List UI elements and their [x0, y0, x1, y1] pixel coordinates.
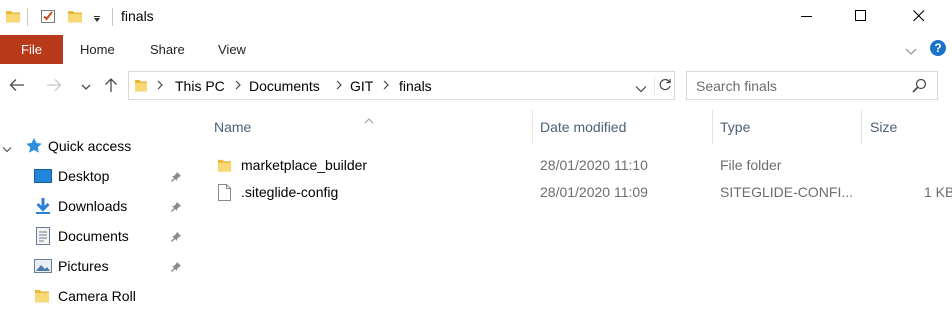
title-separator: [27, 8, 28, 26]
file-type: SITEGLIDE-CONFI...: [720, 184, 854, 200]
folder-icon: [217, 158, 232, 176]
address-dropdown-icon[interactable]: [635, 80, 647, 96]
file-name: marketplace_builder: [241, 157, 368, 173]
help-button[interactable]: ?: [930, 40, 946, 56]
column-divider[interactable]: [712, 110, 713, 144]
title-bar: finals: [0, 0, 952, 34]
close-button[interactable]: [896, 0, 942, 34]
pin-icon[interactable]: [170, 170, 182, 186]
tab-file[interactable]: File: [0, 35, 63, 64]
folder-icon: [34, 288, 50, 307]
documents-icon: [36, 227, 50, 248]
column-divider[interactable]: [532, 110, 533, 144]
pictures-icon: [34, 259, 52, 276]
sidebar-item-pictures[interactable]: Pictures: [0, 252, 190, 280]
column-header-name[interactable]: Name: [214, 119, 251, 135]
breadcrumb-chevron-icon[interactable]: [382, 78, 392, 92]
search-box[interactable]: Search finals: [686, 71, 938, 100]
pin-icon[interactable]: [170, 260, 182, 276]
tab-view[interactable]: View: [218, 35, 246, 64]
chevron-down-icon: [81, 78, 91, 94]
file-list: Name Date modified Type Size marketplace…: [190, 108, 952, 309]
file-name: .siteglide-config: [241, 184, 339, 200]
breadcrumb-this-pc[interactable]: This PC: [175, 78, 225, 94]
navigation-pane: Quick access Desktop Downloads Documents: [0, 108, 190, 309]
recent-locations-button[interactable]: [76, 76, 96, 96]
new-folder-icon[interactable]: [67, 8, 83, 27]
sidebar-item-label: Quick access: [48, 138, 132, 154]
tab-share[interactable]: Share: [150, 35, 185, 64]
title-separator: [112, 8, 113, 26]
column-header-type[interactable]: Type: [720, 119, 750, 135]
properties-icon[interactable]: [40, 8, 56, 27]
breadcrumb-finals[interactable]: finals: [399, 78, 432, 94]
ribbon: File Home Share View ?: [0, 34, 952, 64]
pin-icon[interactable]: [170, 200, 182, 216]
breadcrumb-chevron-icon[interactable]: [234, 78, 244, 92]
breadcrumb-chevron-icon[interactable]: [335, 78, 345, 92]
table-row[interactable]: marketplace_builder 28/01/2020 11:10 Fil…: [190, 153, 952, 179]
sidebar-item-label: Desktop: [58, 168, 110, 184]
breadcrumb-chevron-icon[interactable]: [156, 78, 166, 92]
folder-icon: [5, 8, 21, 27]
sidebar-item-downloads[interactable]: Downloads: [0, 192, 190, 220]
tab-home[interactable]: Home: [80, 35, 115, 64]
sidebar-item-label: Pictures: [58, 258, 109, 274]
folder-icon: [134, 78, 148, 96]
sidebar-item-label: Documents: [58, 228, 129, 244]
sidebar-item-desktop[interactable]: Desktop: [0, 162, 190, 190]
maximize-icon: [855, 9, 867, 25]
file-icon: [218, 184, 231, 204]
back-button[interactable]: [7, 76, 27, 96]
breadcrumb-documents[interactable]: Documents: [249, 78, 320, 94]
maximize-button[interactable]: [838, 0, 884, 34]
file-type: File folder: [720, 157, 782, 173]
refresh-icon: [658, 78, 672, 95]
file-date-modified: 28/01/2020 11:10: [540, 157, 648, 173]
column-divider[interactable]: [861, 110, 862, 144]
up-button[interactable]: [101, 76, 121, 96]
column-header-date-modified[interactable]: Date modified: [540, 119, 626, 135]
expand-ribbon-icon[interactable]: [905, 43, 917, 59]
search-icon[interactable]: [912, 78, 927, 96]
file-date-modified: 28/01/2020 11:09: [540, 184, 648, 200]
navigation-toolbar: This PC Documents GIT finals Search fina…: [0, 64, 952, 108]
sidebar-item-label: Downloads: [58, 198, 128, 214]
minimize-button[interactable]: [784, 0, 830, 34]
address-bar[interactable]: This PC Documents GIT finals: [128, 71, 675, 100]
sidebar-item-documents[interactable]: Documents: [0, 222, 190, 250]
column-header-size[interactable]: Size: [870, 119, 897, 135]
pin-icon[interactable]: [170, 230, 182, 246]
forward-button[interactable]: [44, 76, 64, 96]
file-size: 1 KB: [924, 184, 952, 200]
close-icon: [913, 9, 925, 25]
minimize-icon: [801, 9, 813, 25]
sidebar-item-quick-access[interactable]: Quick access: [0, 132, 190, 160]
window-title: finals: [121, 8, 154, 24]
sidebar-item-camera-roll[interactable]: Camera Roll: [0, 282, 190, 309]
forward-arrow-icon: [46, 78, 62, 95]
breadcrumb-git[interactable]: GIT: [350, 78, 373, 94]
star-icon: [25, 137, 43, 158]
expand-chevron-icon[interactable]: [2, 141, 12, 157]
table-row[interactable]: .siteglide-config 28/01/2020 11:09 SITEG…: [190, 180, 952, 206]
up-arrow-icon: [104, 77, 118, 96]
back-arrow-icon: [9, 78, 25, 95]
customize-toolbar-dropdown-icon[interactable]: [92, 12, 102, 28]
search-placeholder: Search finals: [696, 78, 777, 94]
downloads-icon: [35, 197, 51, 218]
sidebar-item-label: Camera Roll: [58, 288, 136, 304]
sort-ascending-icon: [364, 111, 374, 127]
refresh-button[interactable]: [654, 77, 674, 95]
desktop-icon: [34, 169, 52, 186]
